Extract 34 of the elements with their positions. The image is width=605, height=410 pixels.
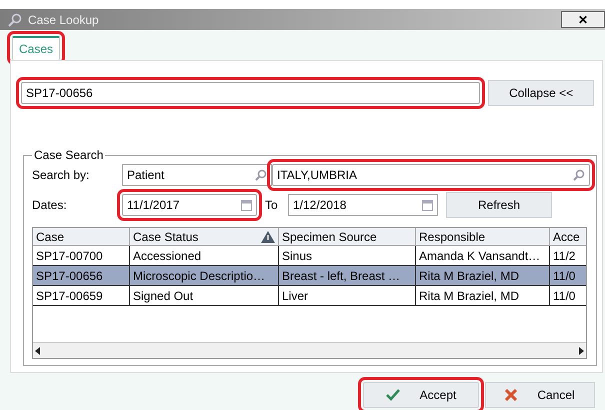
check-icon bbox=[386, 389, 400, 401]
search-by-label: Search by: bbox=[32, 168, 90, 182]
header-label: Acce bbox=[553, 230, 580, 244]
calendar-icon[interactable] bbox=[241, 199, 252, 211]
header-label: Responsible bbox=[419, 230, 486, 244]
window-title: Case Lookup bbox=[28, 12, 100, 26]
table-row[interactable]: SP17-00700 Accessioned Sinus Amanda K Vansandt… 11/2 bbox=[33, 246, 586, 266]
table-row[interactable]: SP17-00659 Signed Out Liver Rita M Braziel, MD 11/0 bbox=[33, 286, 586, 306]
scroll-left-icon[interactable] bbox=[33, 346, 43, 356]
search-type-field[interactable]: Patient bbox=[122, 164, 272, 186]
search-icon[interactable] bbox=[573, 169, 585, 181]
date-field[interactable]: 1/12/2018 bbox=[288, 194, 438, 216]
cancel-button[interactable]: Cancel bbox=[485, 382, 595, 408]
table-cell: Liver bbox=[279, 286, 416, 306]
dates-label: Dates: bbox=[32, 198, 68, 212]
to-label: To bbox=[265, 198, 279, 212]
search-icon[interactable] bbox=[255, 169, 267, 181]
header-label: Specimen Source bbox=[282, 230, 377, 244]
calendar-icon[interactable] bbox=[422, 199, 433, 211]
header-label: Case bbox=[36, 230, 64, 244]
header-label: Case Status bbox=[133, 230, 198, 244]
table-cell: Signed Out bbox=[130, 286, 279, 306]
refresh-button[interactable]: Refresh bbox=[446, 192, 552, 218]
table-row[interactable]: SP17-00656 Microscopic Descriptio… Breast - left, Breast … Rita M Braziel, MD 11/0 bbox=[33, 266, 586, 286]
group-title: Case Search bbox=[33, 148, 104, 162]
close-button[interactable]: ✕ bbox=[561, 11, 605, 28]
collapse-button[interactable]: Collapse << bbox=[488, 80, 594, 106]
table-cell: Rita M Braziel, MD bbox=[416, 286, 550, 306]
table-cell: SP17-00659 bbox=[33, 286, 130, 306]
scroll-right-icon[interactable] bbox=[576, 346, 586, 356]
close-icon bbox=[505, 389, 518, 401]
search-icon bbox=[8, 12, 22, 26]
scrollbar[interactable] bbox=[33, 342, 586, 358]
table-cell: 11/0 bbox=[550, 286, 586, 306]
